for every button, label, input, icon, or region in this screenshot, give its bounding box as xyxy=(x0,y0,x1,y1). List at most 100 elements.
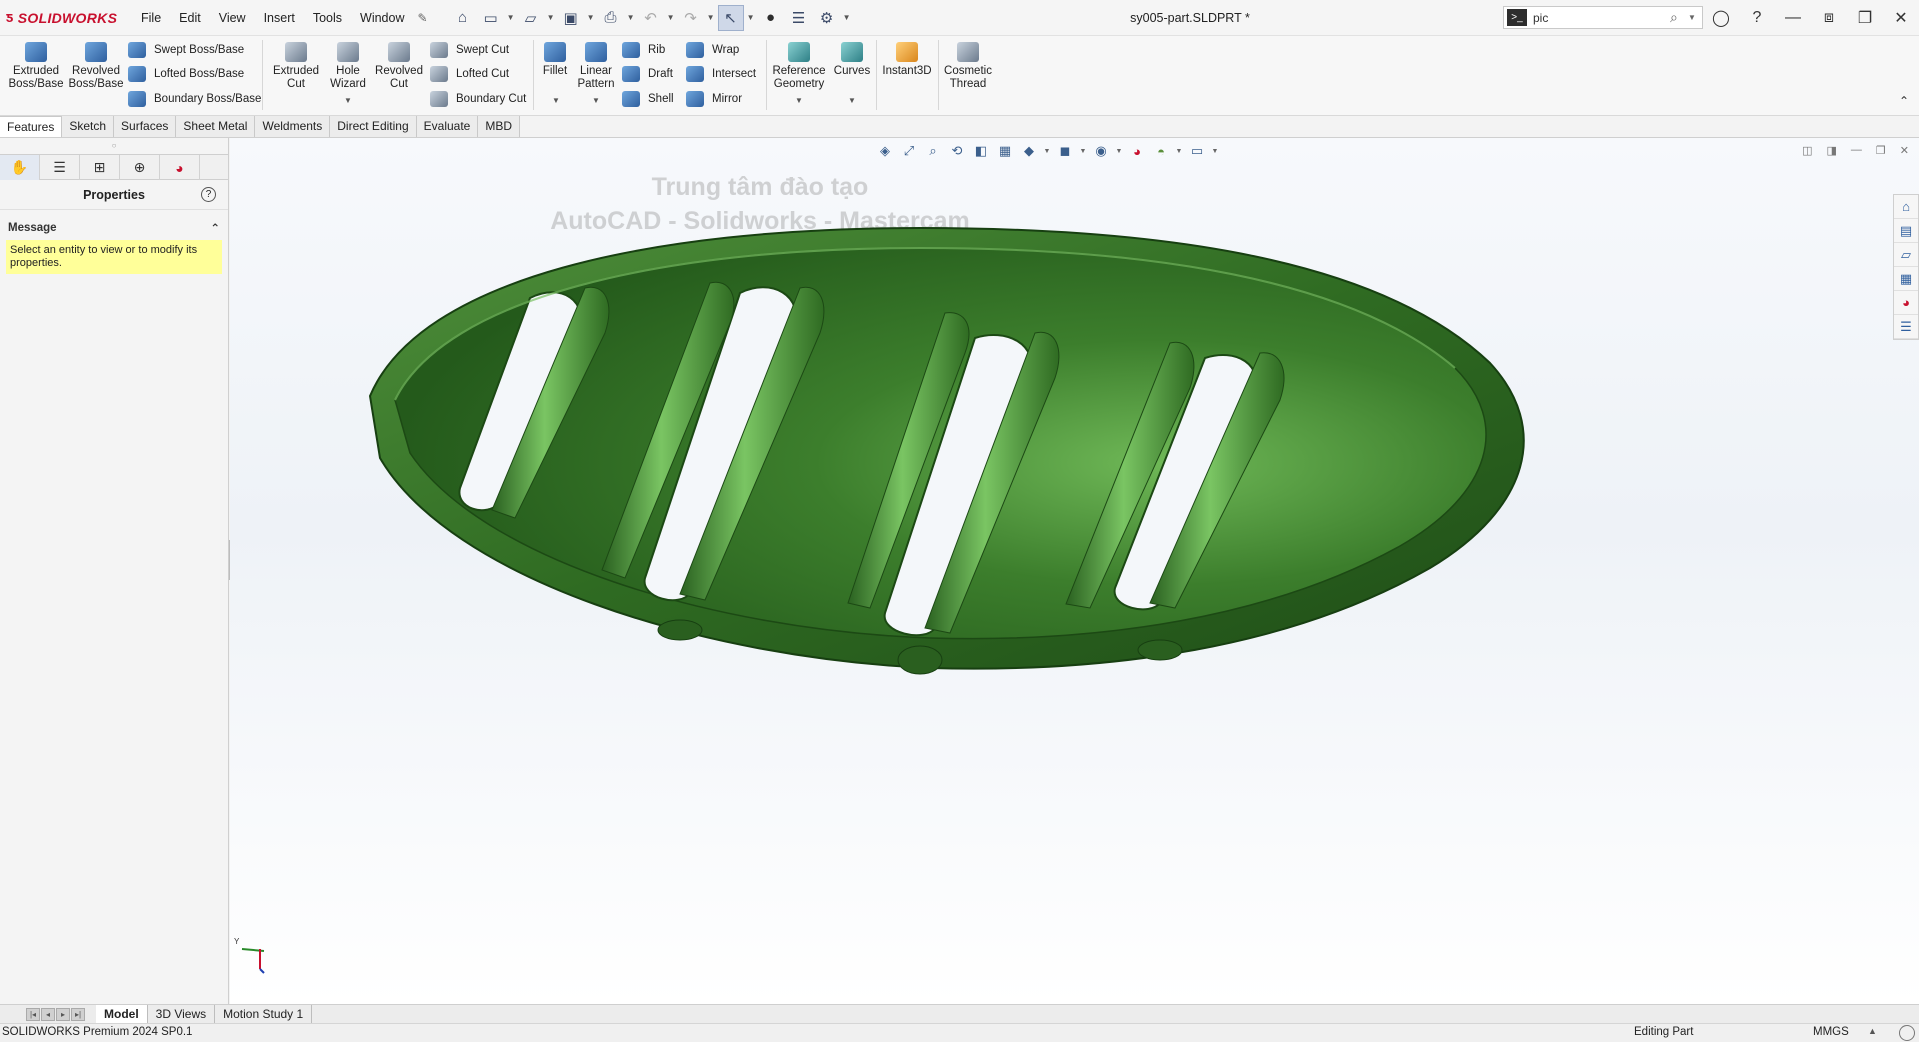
tab-direct-editing[interactable]: Direct Editing xyxy=(330,116,417,138)
close-icon[interactable]: ✕ xyxy=(1883,8,1919,28)
feature-tree-tab-icon[interactable]: ✋ xyxy=(0,155,40,180)
fillet-button[interactable]: Fillet xyxy=(538,42,572,78)
redo-icon[interactable]: ↷ xyxy=(678,5,704,31)
boundary-cut-button[interactable]: Boundary Cut xyxy=(430,88,526,110)
view-palette-icon[interactable]: ▦ xyxy=(1894,267,1918,291)
new-document-icon[interactable]: ▭ xyxy=(478,5,504,31)
print-dropdown-icon[interactable]: ▼ xyxy=(626,13,636,22)
select-dropdown-icon[interactable]: ▼ xyxy=(746,13,756,22)
revolved-cut-button[interactable]: Revolved Cut xyxy=(372,42,426,91)
shell-button[interactable]: Shell xyxy=(622,88,674,110)
boundary-boss-button[interactable]: Boundary Boss/Base xyxy=(128,88,261,110)
swept-boss-button[interactable]: Swept Boss/Base xyxy=(128,39,244,61)
rebuild-status-icon[interactable] xyxy=(1899,1025,1915,1041)
select-pointer-icon[interactable]: ↖ xyxy=(717,4,744,31)
last-tab-arrow-icon[interactable]: ▸| xyxy=(71,1007,85,1021)
traffic-light-icon[interactable]: ● xyxy=(758,5,784,31)
menu-window[interactable]: Window xyxy=(351,0,413,36)
part-model-3d-view[interactable] xyxy=(230,138,1919,1004)
curves-dropdown-icon[interactable]: ▼ xyxy=(848,96,856,105)
prev-tab-arrow-icon[interactable]: ◂ xyxy=(41,1007,55,1021)
swept-cut-button[interactable]: Swept Cut xyxy=(430,39,509,61)
tab-weldments[interactable]: Weldments xyxy=(255,116,331,138)
open-dropdown-icon[interactable]: ▼ xyxy=(546,13,556,22)
design-library-icon[interactable]: ▤ xyxy=(1894,219,1918,243)
redo-dropdown-icon[interactable]: ▼ xyxy=(706,13,716,22)
mirror-button[interactable]: Mirror xyxy=(686,88,742,110)
user-account-icon[interactable]: ◯ xyxy=(1703,8,1739,28)
reference-geometry-dropdown-icon[interactable]: ▼ xyxy=(795,96,803,105)
menu-edit[interactable]: Edit xyxy=(170,0,210,36)
next-tab-arrow-icon[interactable]: ▸ xyxy=(56,1007,70,1021)
tab-motion-study[interactable]: Motion Study 1 xyxy=(215,1005,313,1023)
extruded-cut-button[interactable]: Extruded Cut xyxy=(268,42,324,91)
hole-wizard-dropdown-icon[interactable]: ▼ xyxy=(344,96,352,105)
undo-dropdown-icon[interactable]: ▼ xyxy=(666,13,676,22)
tab-mbd[interactable]: MBD xyxy=(478,116,521,138)
linear-pattern-button[interactable]: Linear Pattern xyxy=(574,42,618,91)
pin-menu-icon[interactable]: ✎ xyxy=(418,11,428,25)
units-dropdown-icon[interactable]: ▲ xyxy=(1868,1026,1877,1036)
open-folder-icon[interactable]: ▱ xyxy=(518,5,544,31)
tab-3d-views[interactable]: 3D Views xyxy=(148,1005,216,1023)
file-explorer-icon[interactable]: ▱ xyxy=(1894,243,1918,267)
curves-button[interactable]: Curves xyxy=(830,42,874,78)
file-properties-icon[interactable]: ☰ xyxy=(786,5,812,31)
home-icon[interactable]: ⌂ xyxy=(450,5,476,31)
restore-icon[interactable]: ❐ xyxy=(1847,8,1883,28)
lofted-boss-button[interactable]: Lofted Boss/Base xyxy=(128,63,244,85)
rib-button[interactable]: Rib xyxy=(622,39,665,61)
help-icon[interactable]: ? xyxy=(1739,9,1775,27)
print-icon[interactable]: ⎙ xyxy=(598,5,624,31)
instant3d-button[interactable]: Instant3D xyxy=(878,42,936,78)
custom-properties-icon[interactable]: ☰ xyxy=(1894,315,1918,339)
search-input[interactable]: pic xyxy=(1527,11,1670,25)
collapse-chevron-icon[interactable]: ⌃ xyxy=(210,221,220,235)
options-dropdown-icon[interactable]: ▼ xyxy=(842,13,852,22)
cosmetic-thread-button[interactable]: Cosmetic Thread xyxy=(940,42,996,91)
hole-wizard-button[interactable]: Hole Wizard xyxy=(324,42,372,91)
pattern-dropdown-icon[interactable]: ▼ xyxy=(592,96,600,105)
solidworks-logo[interactable]: ƽ SOLIDWORKS xyxy=(0,9,132,26)
lofted-cut-button[interactable]: Lofted Cut xyxy=(430,63,509,85)
undo-icon[interactable]: ↶ xyxy=(638,5,664,31)
tab-sheet-metal[interactable]: Sheet Metal xyxy=(176,116,256,138)
tile-windows-icon[interactable]: ⧈ xyxy=(1811,9,1847,27)
wrap-button[interactable]: Wrap xyxy=(686,39,739,61)
configuration-manager-tab-icon[interactable]: ⊞ xyxy=(80,155,120,180)
menu-file[interactable]: File xyxy=(132,0,170,36)
search-box[interactable]: >_ pic ⌕ ▼ xyxy=(1503,6,1703,29)
menu-tools[interactable]: Tools xyxy=(304,0,351,36)
reference-geometry-button[interactable]: Reference Geometry xyxy=(770,42,828,91)
appearances-scenes-icon[interactable]: ◕ xyxy=(1894,291,1918,315)
options-gear-icon[interactable]: ⚙ xyxy=(814,5,840,31)
tab-evaluate[interactable]: Evaluate xyxy=(416,116,479,138)
first-tab-arrow-icon[interactable]: |◂ xyxy=(26,1007,40,1021)
tab-features[interactable]: Features xyxy=(0,116,63,138)
display-manager-tab-icon[interactable]: ◕ xyxy=(160,155,200,180)
tab-model[interactable]: Model xyxy=(96,1005,148,1023)
search-icon[interactable]: ⌕ xyxy=(1670,9,1688,26)
menu-view[interactable]: View xyxy=(210,0,255,36)
panel-drag-handle[interactable]: ○ xyxy=(0,138,228,154)
solidworks-resources-icon[interactable]: ⌂ xyxy=(1894,195,1918,219)
revolved-boss-button[interactable]: Revolved Boss/Base xyxy=(66,42,126,91)
draft-button[interactable]: Draft xyxy=(622,63,673,85)
save-icon[interactable]: ▣ xyxy=(558,5,584,31)
extruded-boss-button[interactable]: Extruded Boss/Base xyxy=(6,42,66,91)
graphics-area[interactable]: ◈ ⤢ ⌕ ⟲ ◧ ▦ ◆ ▼ ◼ ▼ ◉ ▼ ◕ ◓ ▼ ▭ ▼ ◫ ◨ — ❐ ✕ T… xyxy=(230,138,1919,1004)
intersect-button[interactable]: Intersect xyxy=(686,63,756,85)
unit-system[interactable]: MMGS xyxy=(1813,1026,1849,1038)
message-section-header[interactable]: Message ⌃ xyxy=(0,218,228,238)
collapse-ribbon-icon[interactable]: ⌃ xyxy=(1899,94,1909,108)
property-manager-tab-icon[interactable]: ☰ xyxy=(40,155,80,180)
tab-surfaces[interactable]: Surfaces xyxy=(114,116,177,138)
menu-insert[interactable]: Insert xyxy=(255,0,304,36)
minimize-icon[interactable]: — xyxy=(1775,9,1811,27)
fillet-dropdown-icon[interactable]: ▼ xyxy=(552,96,560,105)
help-question-icon[interactable]: ? xyxy=(201,187,216,202)
dimxpert-tab-icon[interactable]: ⊕ xyxy=(120,155,160,180)
tab-sketch[interactable]: Sketch xyxy=(62,116,115,138)
save-dropdown-icon[interactable]: ▼ xyxy=(586,13,596,22)
new-dropdown-icon[interactable]: ▼ xyxy=(506,13,516,22)
